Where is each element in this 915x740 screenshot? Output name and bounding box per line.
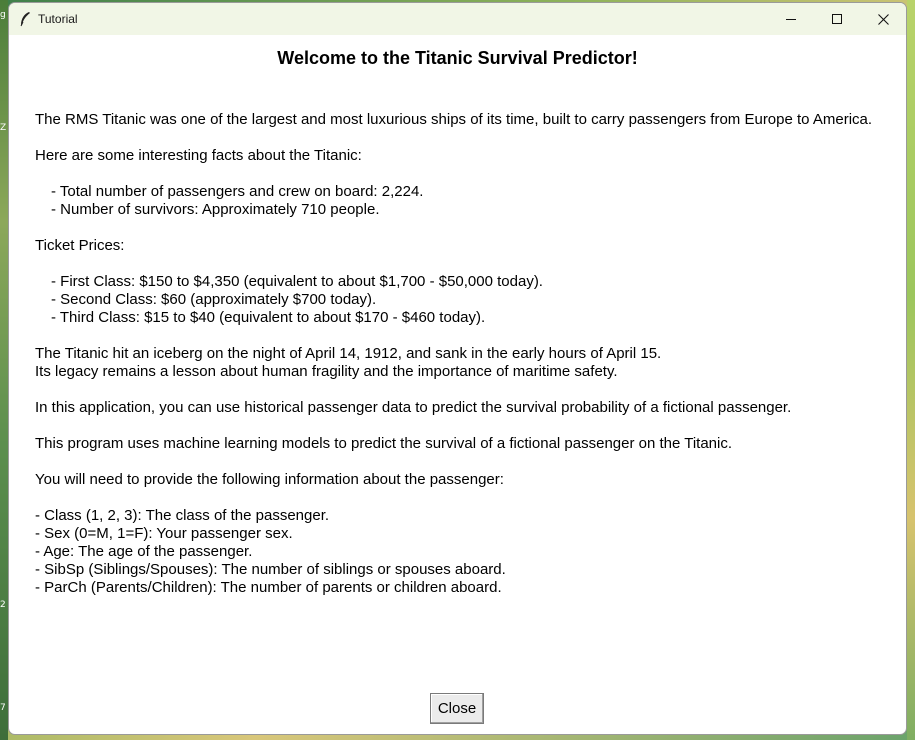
window-title: Tutorial (38, 12, 78, 26)
close-icon (877, 13, 889, 25)
feather-icon (20, 12, 30, 27)
history-line: Its legacy remains a lesson about human … (35, 363, 618, 380)
history-line: The Titanic hit an iceberg on the night … (35, 345, 662, 362)
maximize-icon (832, 14, 842, 24)
title-bar[interactable]: Tutorial (9, 3, 906, 35)
desktop-background-left: g Z 2 7 (0, 0, 8, 740)
close-button[interactable]: Close (430, 693, 484, 724)
fact-item: - Number of survivors: Approximately 710… (51, 201, 380, 218)
page-title: Welcome to the Titanic Survival Predicto… (277, 48, 638, 68)
input-intro-text: You will need to provide the following i… (35, 471, 504, 488)
minimize-icon (786, 19, 796, 20)
close-window-button[interactable] (860, 3, 906, 35)
ticket-item: - Second Class: $60 (approximately $700 … (51, 291, 377, 308)
facts-intro: Here are some interesting facts about th… (35, 147, 362, 164)
desktop-glyph: g (0, 10, 6, 20)
desktop-glyph: Z (0, 123, 7, 133)
ticket-heading: Ticket Prices: (35, 237, 125, 254)
desktop-glyph: 2 (0, 600, 6, 610)
tutorial-content: Welcome to the Titanic Survival Predicto… (9, 35, 906, 734)
ticket-item: - First Class: $150 to $4,350 (equivalen… (51, 273, 543, 290)
intro-text: The RMS Titanic was one of the largest a… (35, 111, 873, 128)
minimize-button[interactable] (768, 3, 814, 35)
maximize-button[interactable] (814, 3, 860, 35)
app-purpose-text: In this application, you can use histori… (35, 399, 792, 416)
tutorial-window: Tutorial Welcome to the Titanic Survival… (8, 2, 907, 735)
desktop-background-right (907, 0, 915, 740)
ml-note-text: This program uses machine learning model… (35, 435, 733, 452)
input-item: - Age: The age of the passenger. (35, 543, 253, 560)
fact-item: - Total number of passengers and crew on… (51, 183, 424, 200)
tutorial-text: The RMS Titanic was one of the largest a… (35, 111, 905, 597)
ticket-item: - Third Class: $15 to $40 (equivalent to… (51, 309, 486, 326)
input-item: - Sex (0=M, 1=F): Your passenger sex. (35, 525, 293, 542)
desktop-glyph: 7 (0, 703, 6, 713)
input-item: - SibSp (Siblings/Spouses): The number o… (35, 561, 506, 578)
input-item: - ParCh (Parents/Children): The number o… (35, 579, 502, 596)
input-item: - Class (1, 2, 3): The class of the pass… (35, 507, 330, 524)
